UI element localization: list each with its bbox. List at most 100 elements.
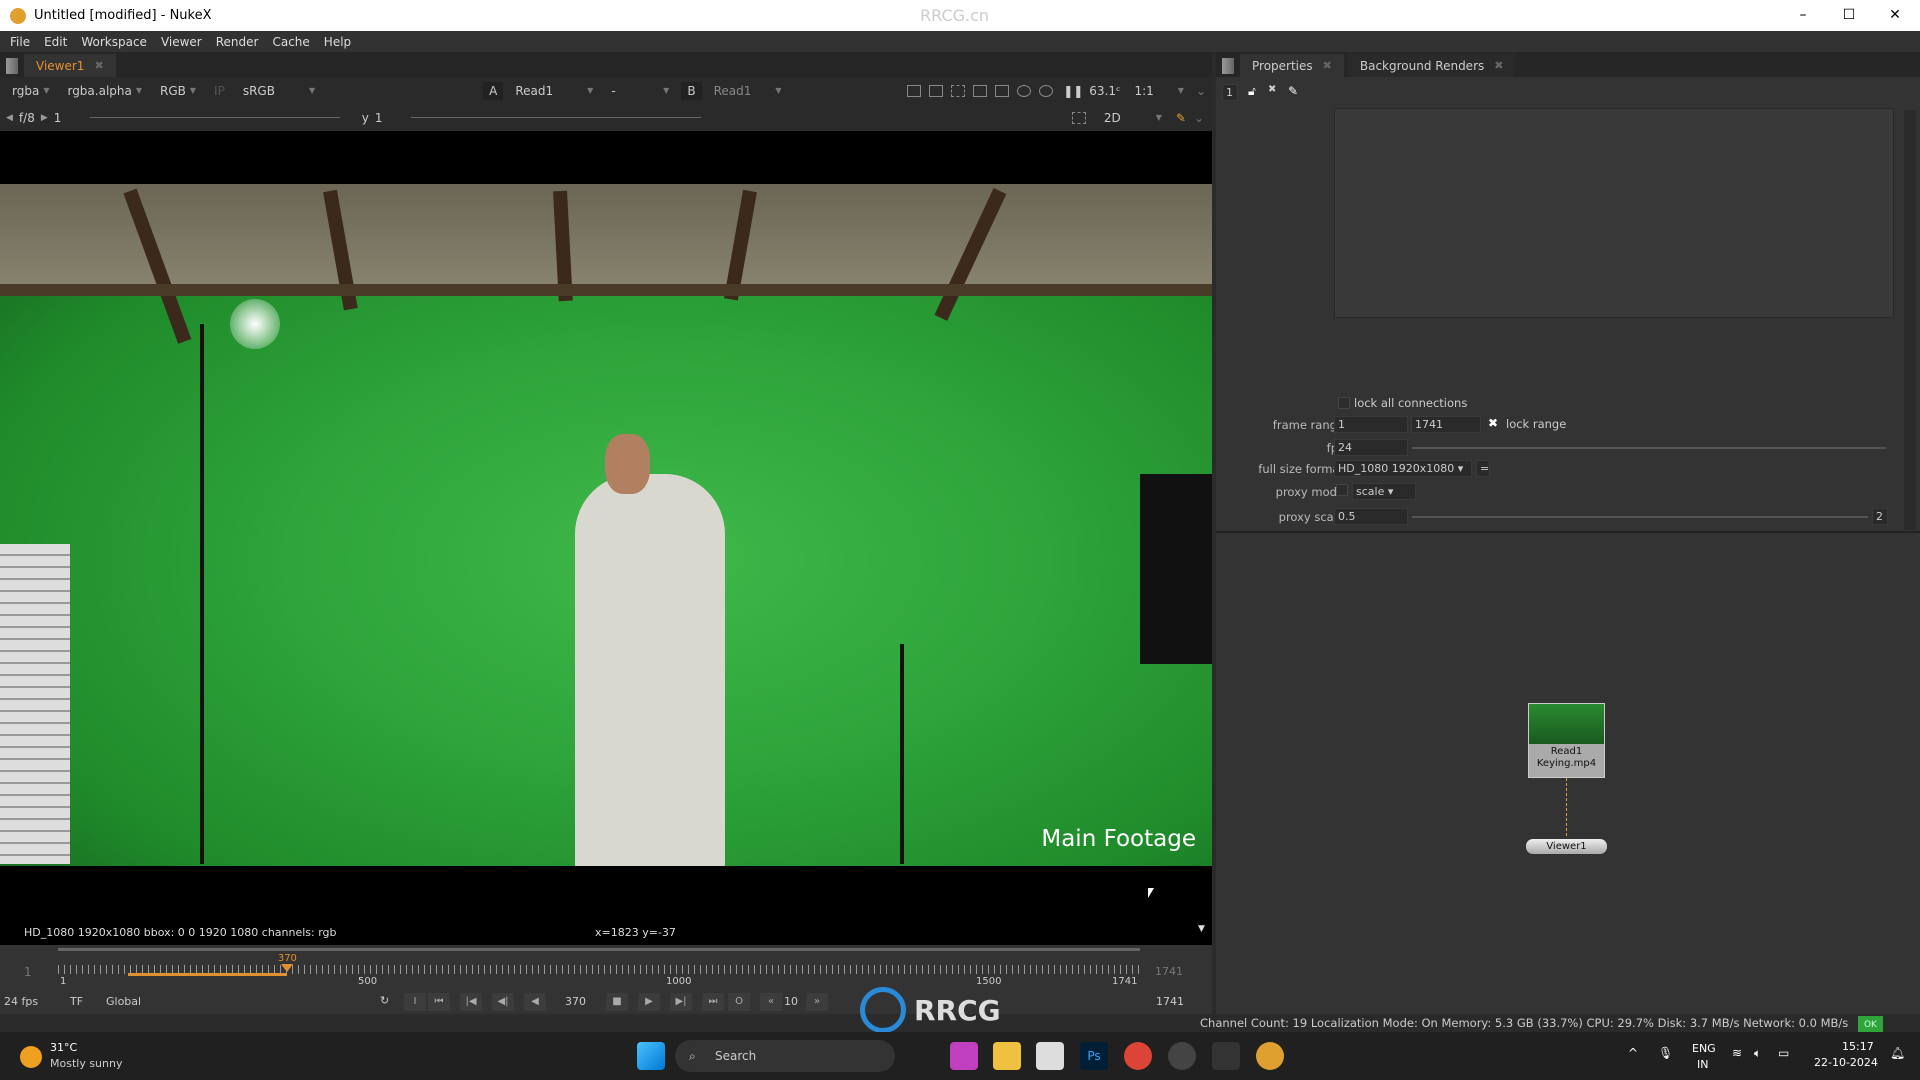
clock-date[interactable]: 22-10-2024 xyxy=(1814,1056,1878,1069)
blend-mode-dropdown[interactable]: - ▼ xyxy=(605,82,675,100)
read1-node[interactable]: Read1 Keying.mp4 xyxy=(1528,703,1605,778)
play-backward-button[interactable]: ◀ xyxy=(524,993,546,1011)
minimize-button[interactable]: – xyxy=(1780,0,1826,31)
volume-icon[interactable]: 🔈︎ xyxy=(1754,1046,1761,1061)
menu-workspace[interactable]: Workspace xyxy=(81,35,147,49)
start-icon[interactable] xyxy=(637,1042,665,1070)
first-frame-button[interactable]: ⏮ xyxy=(428,993,450,1011)
battery-icon[interactable]: ▭ xyxy=(1778,1046,1789,1060)
max-panels-field[interactable]: 1 xyxy=(1222,84,1238,101)
end-frame-field[interactable]: 1741 xyxy=(1156,995,1184,1008)
tab-background-renders[interactable]: Background Renders ✖ xyxy=(1347,54,1516,77)
view-mode-dropdown[interactable]: 2D ▼ xyxy=(1098,109,1168,127)
proxy-scale-button[interactable]: 2 xyxy=(1872,508,1888,525)
pause-icon[interactable]: ❚❚ xyxy=(1063,84,1083,98)
timeline-start-field[interactable]: 1 xyxy=(24,965,32,979)
close-tab-icon[interactable]: ✖ xyxy=(1494,59,1503,72)
timeline-end-field[interactable]: 1741 xyxy=(1155,965,1183,978)
nuke-taskbar-icon[interactable] xyxy=(1256,1042,1284,1070)
safe-area-icon[interactable] xyxy=(929,84,944,97)
in-point-button[interactable]: I xyxy=(404,993,426,1011)
tray-chevron-icon[interactable]: ^ xyxy=(1628,1046,1638,1060)
step-back-button[interactable]: « xyxy=(760,993,782,1011)
paint-icon[interactable]: ✎ xyxy=(1176,111,1186,125)
tab-properties[interactable]: Properties ✖ xyxy=(1240,54,1344,77)
info-dropdown-icon[interactable]: ▼ xyxy=(1198,924,1205,934)
layers-icon[interactable] xyxy=(995,84,1010,97)
search-box[interactable]: ⌕ Search xyxy=(675,1040,895,1072)
gain-slider[interactable] xyxy=(89,117,340,118)
proxy-scale-field[interactable]: 0.5 xyxy=(1334,508,1408,525)
stop-button[interactable]: ■ xyxy=(606,993,628,1011)
tf-dropdown[interactable]: TF xyxy=(70,995,83,1008)
maximize-button[interactable]: ☐ xyxy=(1826,0,1872,31)
clock-time[interactable]: 15:17 xyxy=(1842,1040,1874,1053)
step-forward-button[interactable]: » xyxy=(806,993,828,1011)
menu-cache[interactable]: Cache xyxy=(272,35,309,49)
close-tab-icon[interactable]: ✖ xyxy=(94,59,103,72)
region[interactable]: IN xyxy=(1697,1058,1708,1071)
play-forward-button[interactable]: ▶ xyxy=(638,993,660,1011)
lock-icon[interactable]: 🔓︎ xyxy=(1248,84,1256,99)
close-tab-icon[interactable]: ✖ xyxy=(1323,59,1332,72)
app-icon[interactable] xyxy=(1168,1042,1196,1070)
proxy-scale-slider[interactable] xyxy=(1412,516,1868,518)
zoom-level[interactable]: 63.1ᶜ xyxy=(1089,84,1120,98)
store-icon[interactable] xyxy=(1036,1042,1064,1070)
terminal-icon[interactable] xyxy=(1212,1042,1240,1070)
lock-all-connections-checkbox[interactable] xyxy=(1338,397,1350,409)
zebra-icon[interactable] xyxy=(951,84,966,97)
ip-button[interactable]: IP xyxy=(208,82,231,100)
photoshop-icon[interactable]: Ps xyxy=(1080,1042,1108,1070)
loop-icon[interactable]: ↻ xyxy=(380,994,389,1007)
fstop-value[interactable]: f/8 xyxy=(19,111,35,125)
menu-edit[interactable]: Edit xyxy=(44,35,67,49)
menu-help[interactable]: Help xyxy=(324,35,351,49)
last-frame-button[interactable]: ⏭ xyxy=(702,993,724,1011)
refresh-icon[interactable] xyxy=(1017,84,1032,97)
global-dropdown[interactable]: Global xyxy=(106,995,141,1008)
roi-icon[interactable] xyxy=(907,84,922,97)
out-point-button[interactable]: O xyxy=(728,993,750,1011)
copilot-icon[interactable] xyxy=(950,1042,978,1070)
clear-panels-icon[interactable]: ✖ xyxy=(1268,84,1276,95)
weather-temp[interactable]: 31°C xyxy=(50,1041,77,1054)
region-icon[interactable] xyxy=(1071,111,1086,124)
weather-icon[interactable] xyxy=(20,1046,42,1068)
tab-viewer1[interactable]: Viewer1 ✖ xyxy=(24,54,116,77)
menu-render[interactable]: Render xyxy=(216,35,259,49)
proxy-mode-dropdown[interactable]: scale ▾ xyxy=(1352,483,1416,500)
timeline-scrollbar[interactable] xyxy=(58,948,1140,951)
input-b-dropdown[interactable]: Read1 ▼ xyxy=(708,82,788,100)
fps-field[interactable]: 24 xyxy=(1334,439,1408,456)
frame-last-field[interactable]: 1741 xyxy=(1411,416,1481,433)
panel-menu-icon[interactable] xyxy=(6,58,18,74)
gamma-slider[interactable] xyxy=(410,117,701,118)
format-dropdown[interactable]: HD_1080 1920x1080 ▾ xyxy=(1334,460,1472,477)
prev-frame-button[interactable]: ◀| xyxy=(492,993,514,1011)
language[interactable]: ENG xyxy=(1692,1042,1716,1055)
gamma-field[interactable]: 1 xyxy=(375,111,405,125)
fps-slider[interactable] xyxy=(1412,447,1886,449)
file-explorer-icon[interactable] xyxy=(993,1042,1021,1070)
fps-field[interactable]: 24 fps xyxy=(4,995,38,1008)
viewer-image[interactable]: Main Footage xyxy=(0,184,1212,866)
expand-icon-2[interactable]: ⌄ xyxy=(1194,111,1204,125)
lut-dropdown[interactable]: sRGB ▼ xyxy=(237,82,321,100)
expand-icon[interactable]: ⌄ xyxy=(1196,84,1206,98)
gain-field[interactable]: 1 xyxy=(54,111,84,125)
proxy-mode-checkbox[interactable] xyxy=(1336,484,1348,496)
properties-scrollbar[interactable] xyxy=(1904,110,1916,530)
lock-range-checkbox[interactable]: ✖ xyxy=(1488,416,1498,430)
fstop-prev-icon[interactable]: ◀ xyxy=(6,113,13,123)
wipe-icon[interactable] xyxy=(973,84,988,97)
chrome-icon[interactable] xyxy=(1124,1042,1152,1070)
ratio-dropdown[interactable]: 1:1 ▼ xyxy=(1128,82,1189,100)
current-frame-field[interactable]: 370 xyxy=(565,995,586,1008)
weather-desc[interactable]: Mostly sunny xyxy=(50,1057,122,1070)
viewer1-node[interactable]: Viewer1 xyxy=(1526,839,1607,854)
gpu-icon[interactable] xyxy=(1039,84,1054,97)
channels-dropdown[interactable]: rgba ▼ xyxy=(6,82,55,100)
wifi-icon[interactable]: ≋ xyxy=(1732,1046,1742,1060)
notification-icon[interactable]: 🔔︎ xyxy=(1890,1046,1905,1060)
